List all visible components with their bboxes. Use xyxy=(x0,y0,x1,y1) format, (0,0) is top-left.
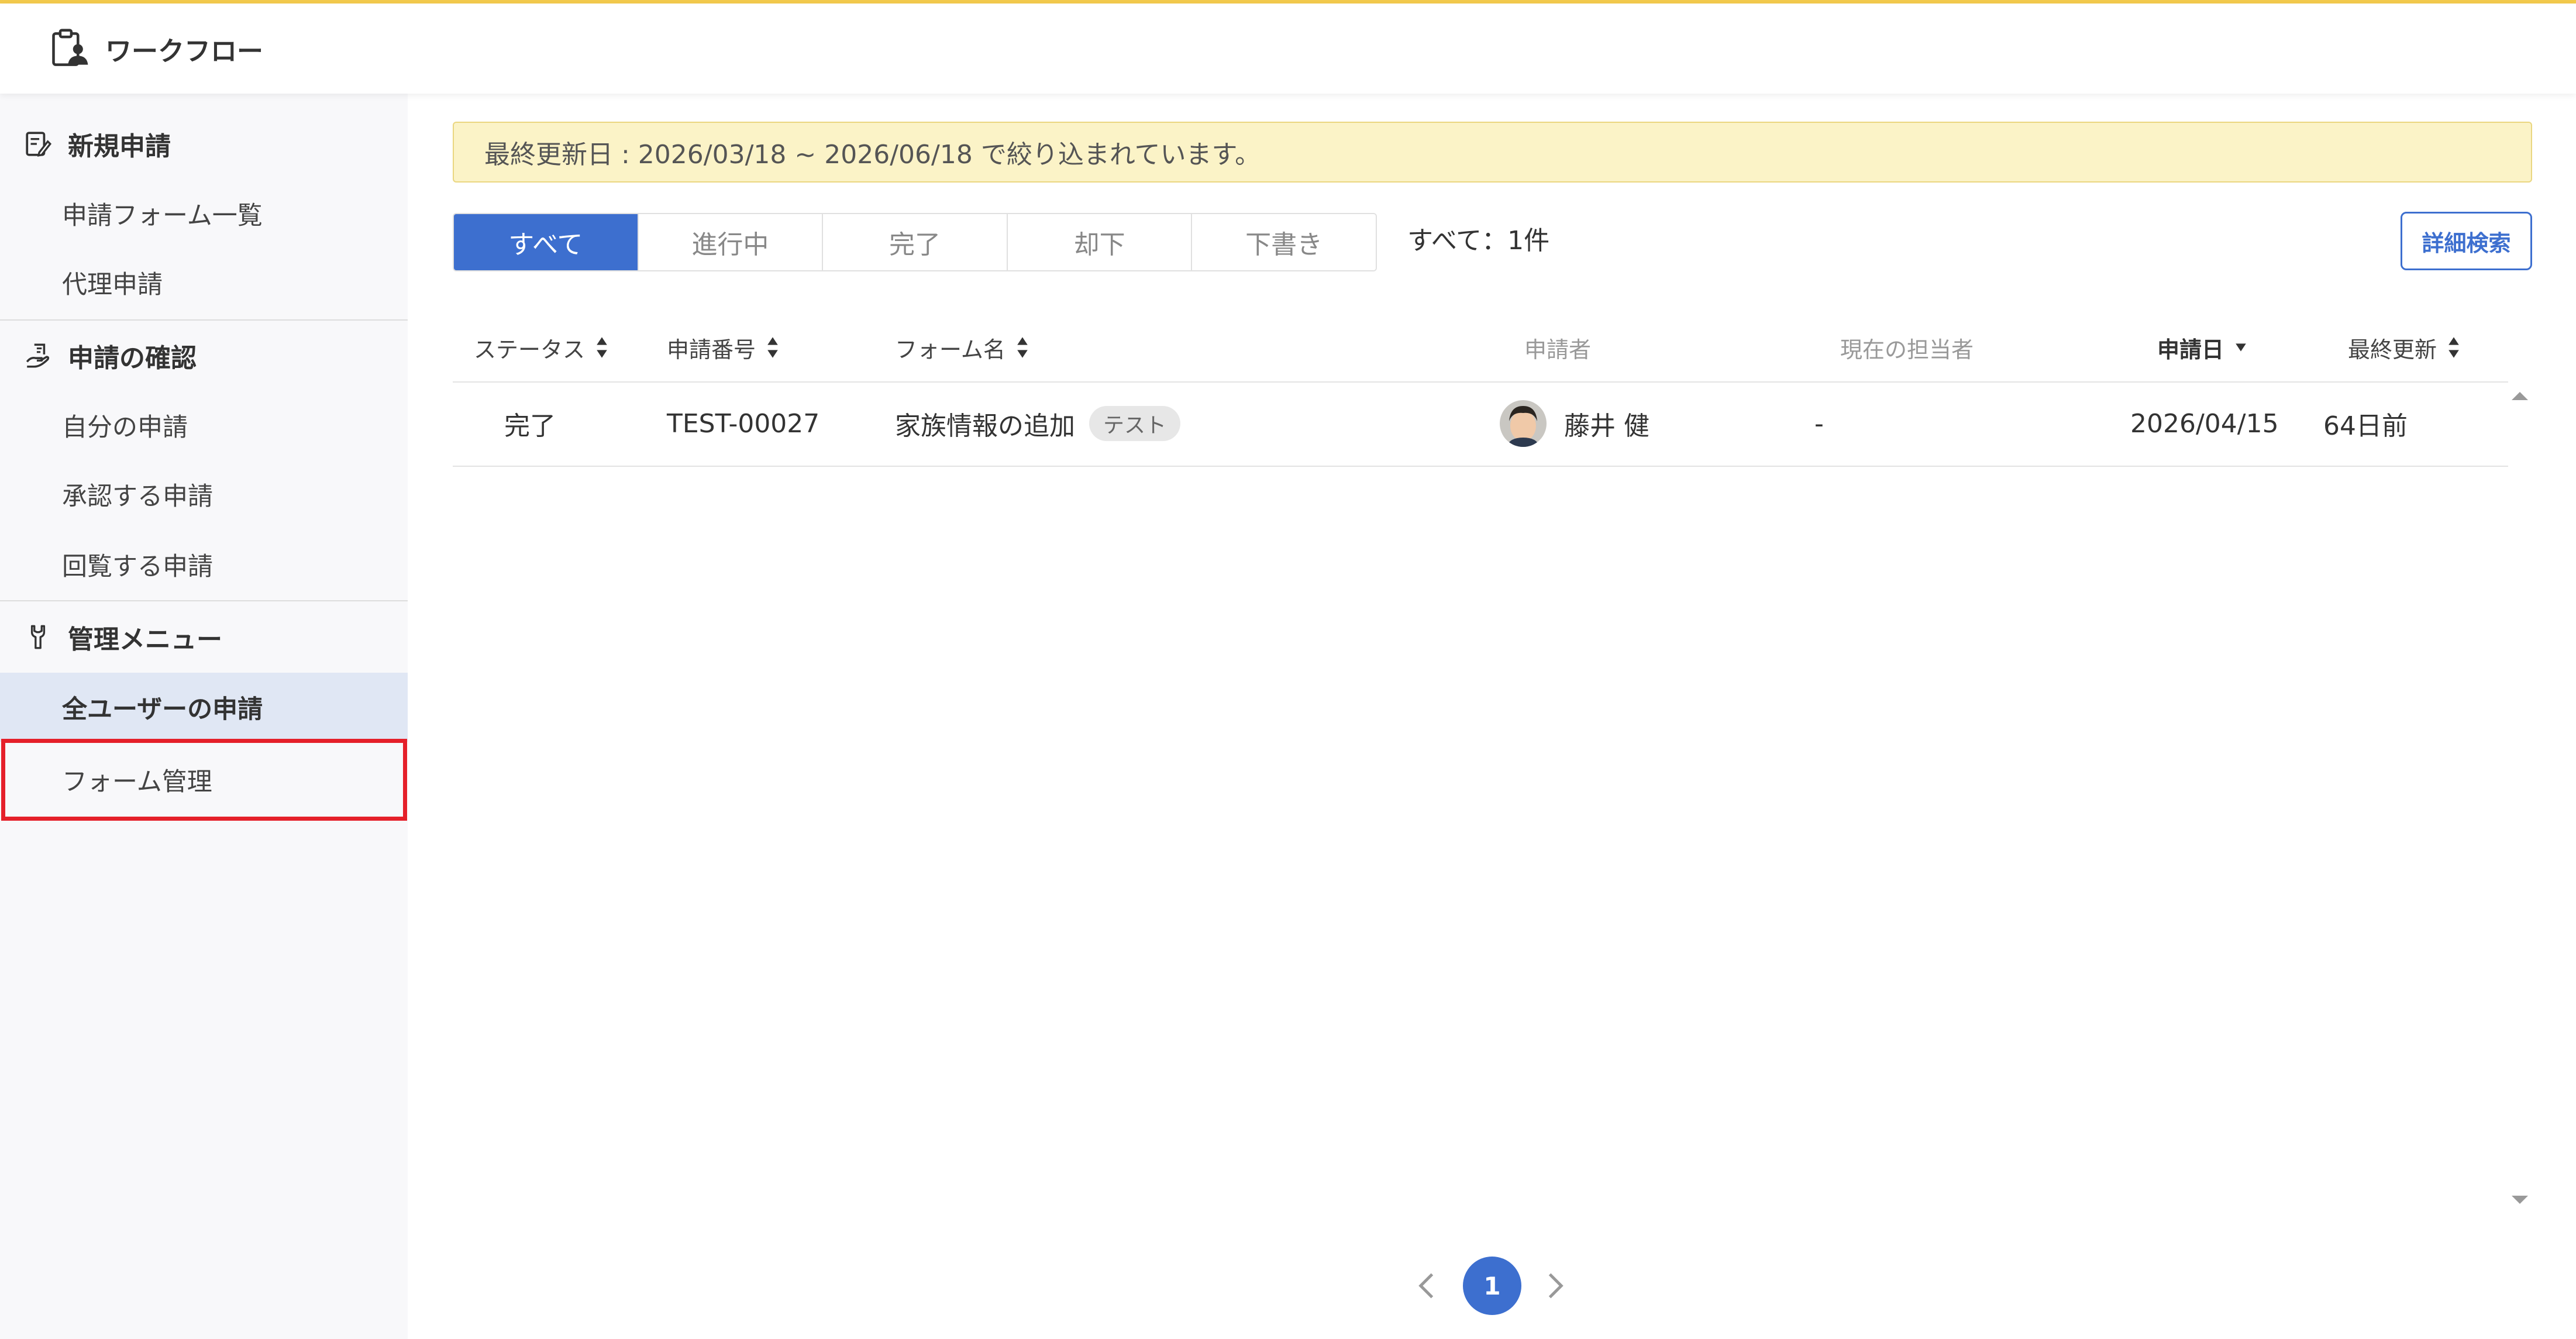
avatar xyxy=(1500,400,1547,447)
status-tabs: すべて 進行中 完了 却下 下書き xyxy=(453,213,1377,271)
cell-last-updated: 64日前 xyxy=(2323,411,2408,441)
cell-form-name: 家族情報の追加 テスト xyxy=(895,405,1181,442)
sidebar-item-label: 回覧する申請 xyxy=(62,552,213,581)
sort-icon xyxy=(2448,337,2459,358)
sidebar-item-label: 承認する申請 xyxy=(62,482,213,511)
app-header: ワークフロー xyxy=(0,4,2576,94)
cell-applicant: 藤井 健 xyxy=(1500,400,1649,447)
pagination: 1 xyxy=(1411,1257,1586,1315)
sort-desc-icon xyxy=(2236,343,2246,352)
section-application-check: 申請の確認 xyxy=(23,335,398,377)
cell-status: 完了 xyxy=(504,411,556,441)
section-admin-menu: 管理メニュー xyxy=(23,616,398,658)
section-title: 管理メニュー xyxy=(68,625,222,655)
section-new-application: 新規申請 xyxy=(23,123,398,165)
sort-icon xyxy=(767,337,778,358)
sort-icon xyxy=(597,337,607,358)
column-header-label: 申請者 xyxy=(1524,336,1592,363)
column-header-label: 申請番号 xyxy=(667,336,756,363)
sidebar-item-label: 自分の申請 xyxy=(62,413,188,442)
chevron-left-icon[interactable] xyxy=(1411,1269,1444,1302)
app-title: ワークフロー xyxy=(105,36,264,67)
cell-applied-date: 2026/04/15 xyxy=(2130,408,2279,439)
edit-document-icon xyxy=(26,132,52,157)
tab-completed[interactable]: 完了 xyxy=(823,214,1008,270)
cell-assignee: - xyxy=(1814,408,1824,439)
sidebar: 新規申請 申請フォーム一覧 代理申請 申請の確認 自分の申請 承認する申請 回覧… xyxy=(0,94,408,1339)
form-name-text: 家族情報の追加 xyxy=(895,411,1075,441)
tab-in-progress[interactable]: 進行中 xyxy=(638,214,824,270)
column-header-label: ステータス xyxy=(474,336,586,363)
column-header-form-name[interactable]: フォーム名 xyxy=(895,330,1029,365)
column-header-label: フォーム名 xyxy=(895,336,1005,363)
workflow-app-icon xyxy=(52,29,88,66)
scroll-up-icon xyxy=(2512,392,2528,400)
sidebar-item-form-list[interactable]: 申請フォーム一覧 xyxy=(0,179,408,248)
column-header-last-updated[interactable]: 最終更新 xyxy=(2348,330,2460,365)
wrench-icon xyxy=(30,625,46,649)
sidebar-item-circulation-applications[interactable]: 回覧する申請 xyxy=(0,530,408,599)
sidebar-divider xyxy=(0,600,408,601)
test-tag: テスト xyxy=(1089,406,1181,441)
cell-number: TEST-00027 xyxy=(667,408,820,439)
table-scrollbar[interactable] xyxy=(2508,383,2532,1213)
sidebar-item-label: 申請フォーム一覧 xyxy=(62,201,263,230)
applicant-name: 藤井 健 xyxy=(1564,411,1649,441)
column-header-applicant: 申請者 xyxy=(1524,330,1591,365)
tab-all[interactable]: すべて xyxy=(454,214,639,270)
column-header-status[interactable]: ステータス xyxy=(474,330,608,365)
column-header-assignee: 現在の担当者 xyxy=(1840,330,1974,365)
filter-banner: 最終更新日 : 2026/03/18 ~ 2026/06/18 で絞り込まれてい… xyxy=(453,122,2532,183)
form-management-highlight xyxy=(1,739,407,821)
sidebar-item-all-user-applications[interactable]: 全ユーザーの申請 xyxy=(0,673,408,742)
tab-draft[interactable]: 下書き xyxy=(1192,214,1376,270)
column-header-number[interactable]: 申請番号 xyxy=(667,330,779,365)
column-header-label: 申請日 xyxy=(2157,336,2224,363)
filter-banner-text: 最終更新日 : 2026/03/18 ~ 2026/06/18 で絞り込まれてい… xyxy=(484,140,1261,170)
table-header-divider xyxy=(453,381,2508,383)
section-title: 新規申請 xyxy=(68,132,171,161)
sidebar-item-label: 代理申請 xyxy=(62,270,163,300)
sidebar-item-label: 全ユーザーの申請 xyxy=(62,695,263,724)
detail-search-button[interactable]: 詳細検索 xyxy=(2401,212,2532,270)
tab-rejected[interactable]: 却下 xyxy=(1007,214,1193,270)
sidebar-item-approval-applications[interactable]: 承認する申請 xyxy=(0,460,408,529)
sidebar-divider xyxy=(0,319,408,321)
table-row-divider xyxy=(453,466,2508,467)
sidebar-item-proxy-application[interactable]: 代理申請 xyxy=(0,248,408,317)
hand-document-icon xyxy=(26,343,50,368)
sort-icon xyxy=(1017,337,1028,358)
column-header-applied-date[interactable]: 申請日 xyxy=(2157,330,2247,365)
chevron-right-icon[interactable] xyxy=(1538,1269,1571,1302)
page-number-button[interactable]: 1 xyxy=(1463,1257,1521,1315)
section-title: 申請の確認 xyxy=(68,343,197,373)
sidebar-item-my-applications[interactable]: 自分の申請 xyxy=(0,391,408,460)
result-count: すべて：1件 xyxy=(1407,226,1550,256)
column-header-label: 現在の担当者 xyxy=(1840,336,1974,363)
column-header-label: 最終更新 xyxy=(2348,336,2437,363)
scroll-down-icon xyxy=(2512,1196,2528,1204)
